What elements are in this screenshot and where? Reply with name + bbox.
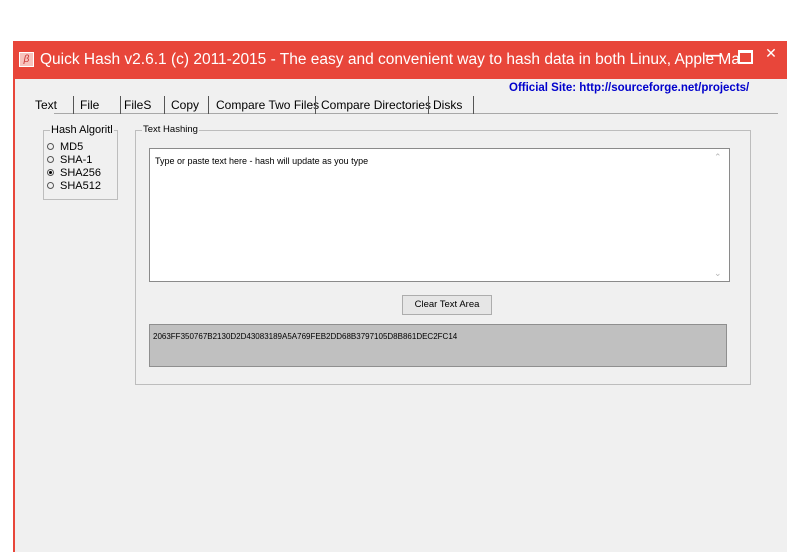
app-icon: β [19, 52, 34, 67]
tab-disks[interactable]: Disks [433, 95, 462, 115]
scroll-down-icon[interactable]: ⌄ [714, 268, 722, 279]
tab-copy[interactable]: Copy [171, 95, 199, 115]
radio-md5[interactable]: MD5 [47, 141, 83, 154]
radio-button-icon [47, 142, 54, 150]
radio-button-icon [47, 181, 54, 189]
close-button[interactable]: ✕ [754, 45, 787, 75]
tab-files[interactable]: FileS [124, 95, 151, 115]
hash-output-field[interactable]: 2063FF350767B2130D2D43083189A5A769FEB2DD… [149, 324, 727, 367]
text-input-area[interactable]: Type or paste text here - hash will upda… [149, 148, 730, 282]
radio-sha1[interactable]: SHA-1 [47, 154, 92, 167]
tab-file[interactable]: File [80, 95, 99, 115]
scroll-up-icon[interactable]: ⌃ [714, 152, 722, 163]
text-hashing-title: Text Hashing [142, 124, 199, 135]
official-site-link[interactable]: Official Site: http://sourceforge.net/pr… [509, 82, 749, 94]
radio-sha256[interactable]: SHA256 [47, 167, 101, 180]
tab-compare-directories[interactable]: Compare Directories [321, 95, 431, 115]
clear-text-area-button[interactable]: Clear Text Area [402, 295, 492, 315]
tab-text[interactable]: Text [35, 95, 57, 115]
tab-compare-two-files[interactable]: Compare Two Files [216, 95, 319, 115]
title-bar[interactable]: β Quick Hash v2.6.1 (c) 2011-2015 - The … [13, 41, 787, 79]
radio-button-icon [47, 155, 54, 163]
window-title: Quick Hash v2.6.1 (c) 2011-2015 - The ea… [40, 51, 753, 68]
maximize-icon [737, 50, 753, 64]
radio-sha512[interactable]: SHA512 [47, 180, 101, 193]
hash-algorithm-title: Hash Algoritl [50, 124, 114, 136]
minimize-button[interactable]: — [698, 45, 730, 75]
radio-button-checked-icon [47, 168, 54, 176]
